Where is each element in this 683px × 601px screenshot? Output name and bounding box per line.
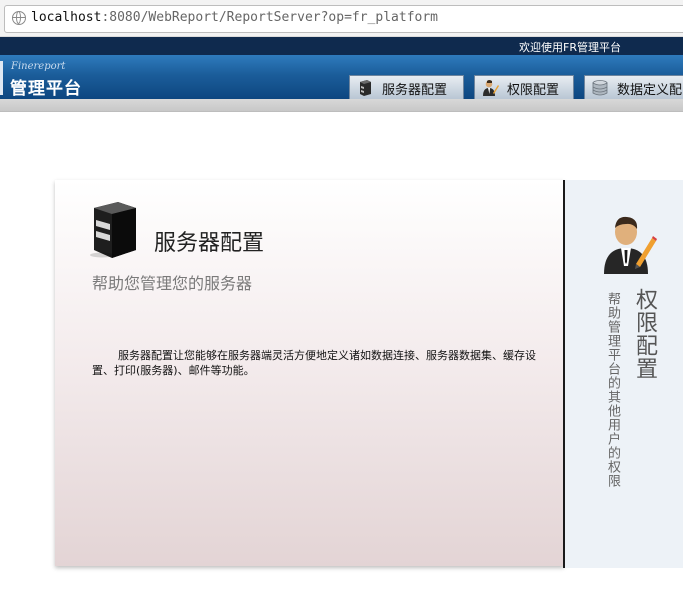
side-panel-description: 帮助管理平台的其他用户的权限	[605, 292, 620, 488]
tab-label: 数据定义配	[617, 83, 683, 98]
server-icon	[90, 202, 136, 258]
browser-address-bar: localhost:8080/WebReport/ReportServer?op…	[0, 0, 683, 37]
user-edit-icon	[604, 216, 657, 274]
url-path: :8080/WebReport/ReportServer?op=fr_platf…	[101, 10, 438, 25]
url-field[interactable]: localhost:8080/WebReport/ReportServer?op…	[4, 5, 683, 33]
nav-bar: Finereport 管理平台 服务器配置 权限配置 数据定义配	[0, 55, 683, 99]
tab-label: 服务器配置	[382, 83, 448, 98]
panel-description: 服务器配置让您能够在服务器端灵活方便地定义诸如数据连接、服务器数据集、缓存设置、…	[92, 349, 536, 377]
globe-icon	[12, 11, 26, 25]
server-icon	[360, 80, 371, 96]
server-config-panel: 服务器配置 帮助您管理您的服务器 服务器配置让您能够在服务器端灵活方便地定义诸如…	[55, 180, 564, 566]
side-panel-title: 权限配置	[632, 288, 657, 380]
tab-permission-config[interactable]: 权限配置	[474, 75, 574, 99]
tab-server-config[interactable]: 服务器配置	[349, 75, 464, 99]
tab-label: 权限配置	[507, 83, 560, 98]
nav-bottom-strip	[0, 99, 683, 112]
permission-config-panel[interactable]: 权限配置 帮助管理平台的其他用户的权限	[565, 180, 683, 568]
database-icon	[592, 80, 608, 96]
panel-title: 服务器配置	[154, 231, 265, 256]
url-host: localhost	[31, 10, 102, 25]
tab-data-definition-config[interactable]: 数据定义配	[584, 75, 683, 99]
url-text: localhost:8080/WebReport/ReportServer?op…	[31, 10, 438, 25]
logo-title: 管理平台	[10, 79, 82, 99]
welcome-text: 欢迎使用FR管理平台	[519, 41, 621, 54]
top-strip: 欢迎使用FR管理平台	[0, 37, 683, 55]
logo-edge	[0, 61, 3, 95]
panel-subtitle: 帮助您管理您的服务器	[92, 274, 253, 293]
logo-subtitle: Finereport	[11, 61, 66, 72]
user-icon	[483, 80, 499, 96]
